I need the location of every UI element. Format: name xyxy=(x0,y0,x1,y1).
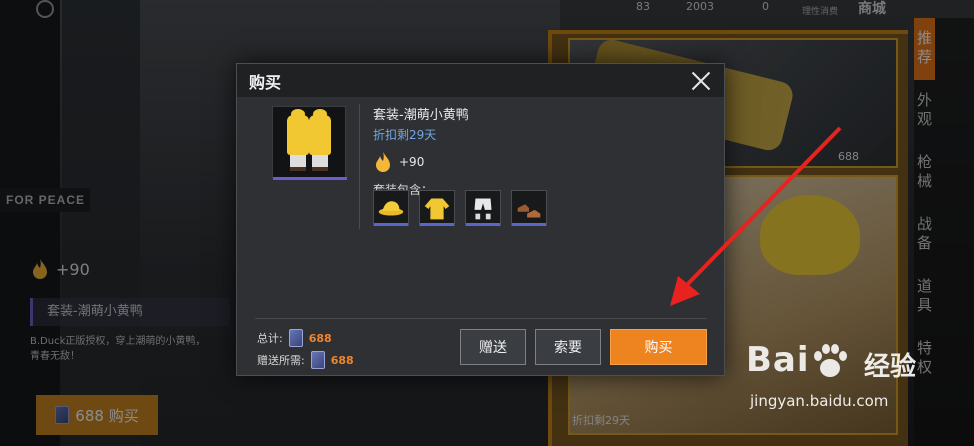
price-summary: 总计: 688 赠送所需: 688 xyxy=(257,327,354,371)
dialog-power: +90 xyxy=(373,151,469,173)
dialog-item-name: 套装-潮萌小黄鸭 xyxy=(373,108,469,123)
flame-icon xyxy=(376,152,390,172)
discount-remaining: 折扣剩29天 xyxy=(373,128,437,142)
jingyan-text: 经验 xyxy=(864,352,917,382)
part-rarity-bar xyxy=(420,223,454,226)
hat-glyph xyxy=(378,201,404,216)
total-row: 总计: 688 xyxy=(257,327,354,349)
paw-icon xyxy=(814,344,847,377)
figure-legs-right xyxy=(312,155,328,171)
shoes-icon[interactable] xyxy=(511,190,547,226)
dialog-header: 购买 xyxy=(237,64,724,97)
dialog-power-value: +90 xyxy=(399,155,425,169)
horizontal-divider xyxy=(255,318,707,319)
baidu-logo-text: Bai xyxy=(746,340,810,380)
gift-cost-row: 赠送所需: 688 xyxy=(257,349,354,371)
annotation-arrow xyxy=(670,126,842,306)
part-rarity-bar xyxy=(374,223,408,226)
set-parts-list xyxy=(373,190,547,226)
total-label: 总计: xyxy=(257,332,283,345)
shoes-glyph xyxy=(517,204,541,218)
close-icon[interactable] xyxy=(690,70,712,92)
figure-legs-left xyxy=(290,155,306,171)
total-value: 688 xyxy=(308,331,332,345)
buy-button[interactable]: 购买 xyxy=(610,329,707,365)
coupon-icon xyxy=(288,329,303,347)
watermark-url: jingyan.baidu.com xyxy=(750,392,889,410)
gift-button[interactable]: 赠送 xyxy=(460,329,526,365)
coupon-icon xyxy=(310,351,325,369)
part-rarity-bar xyxy=(466,223,500,226)
dialog-title: 购买 xyxy=(249,72,282,92)
request-button[interactable]: 索要 xyxy=(535,329,601,365)
item-info: 套装-潮萌小黄鸭 折扣剩29天 +90 套装包含： xyxy=(373,104,469,198)
shorts-icon[interactable] xyxy=(465,190,501,226)
outfit-thumbnail xyxy=(272,106,347,180)
hat-icon[interactable] xyxy=(373,190,409,226)
gift-cost-label: 赠送所需: xyxy=(257,354,305,367)
jacket-glyph xyxy=(424,198,450,220)
part-rarity-bar xyxy=(512,223,546,226)
vertical-divider xyxy=(359,104,360,229)
baidu-jingyan-watermark: Bai 经验 jingyan.baidu.com xyxy=(744,338,974,446)
purchase-dialog: 购买 套装-潮萌小黄鸭 折扣剩29天 +90 套装包含： xyxy=(236,63,725,376)
jacket-icon[interactable] xyxy=(419,190,455,226)
rarity-bar xyxy=(273,177,347,180)
shorts-glyph xyxy=(474,198,492,220)
gift-cost-value: 688 xyxy=(330,353,354,367)
figure-body-left xyxy=(287,115,309,155)
figure-body-right xyxy=(309,115,331,155)
